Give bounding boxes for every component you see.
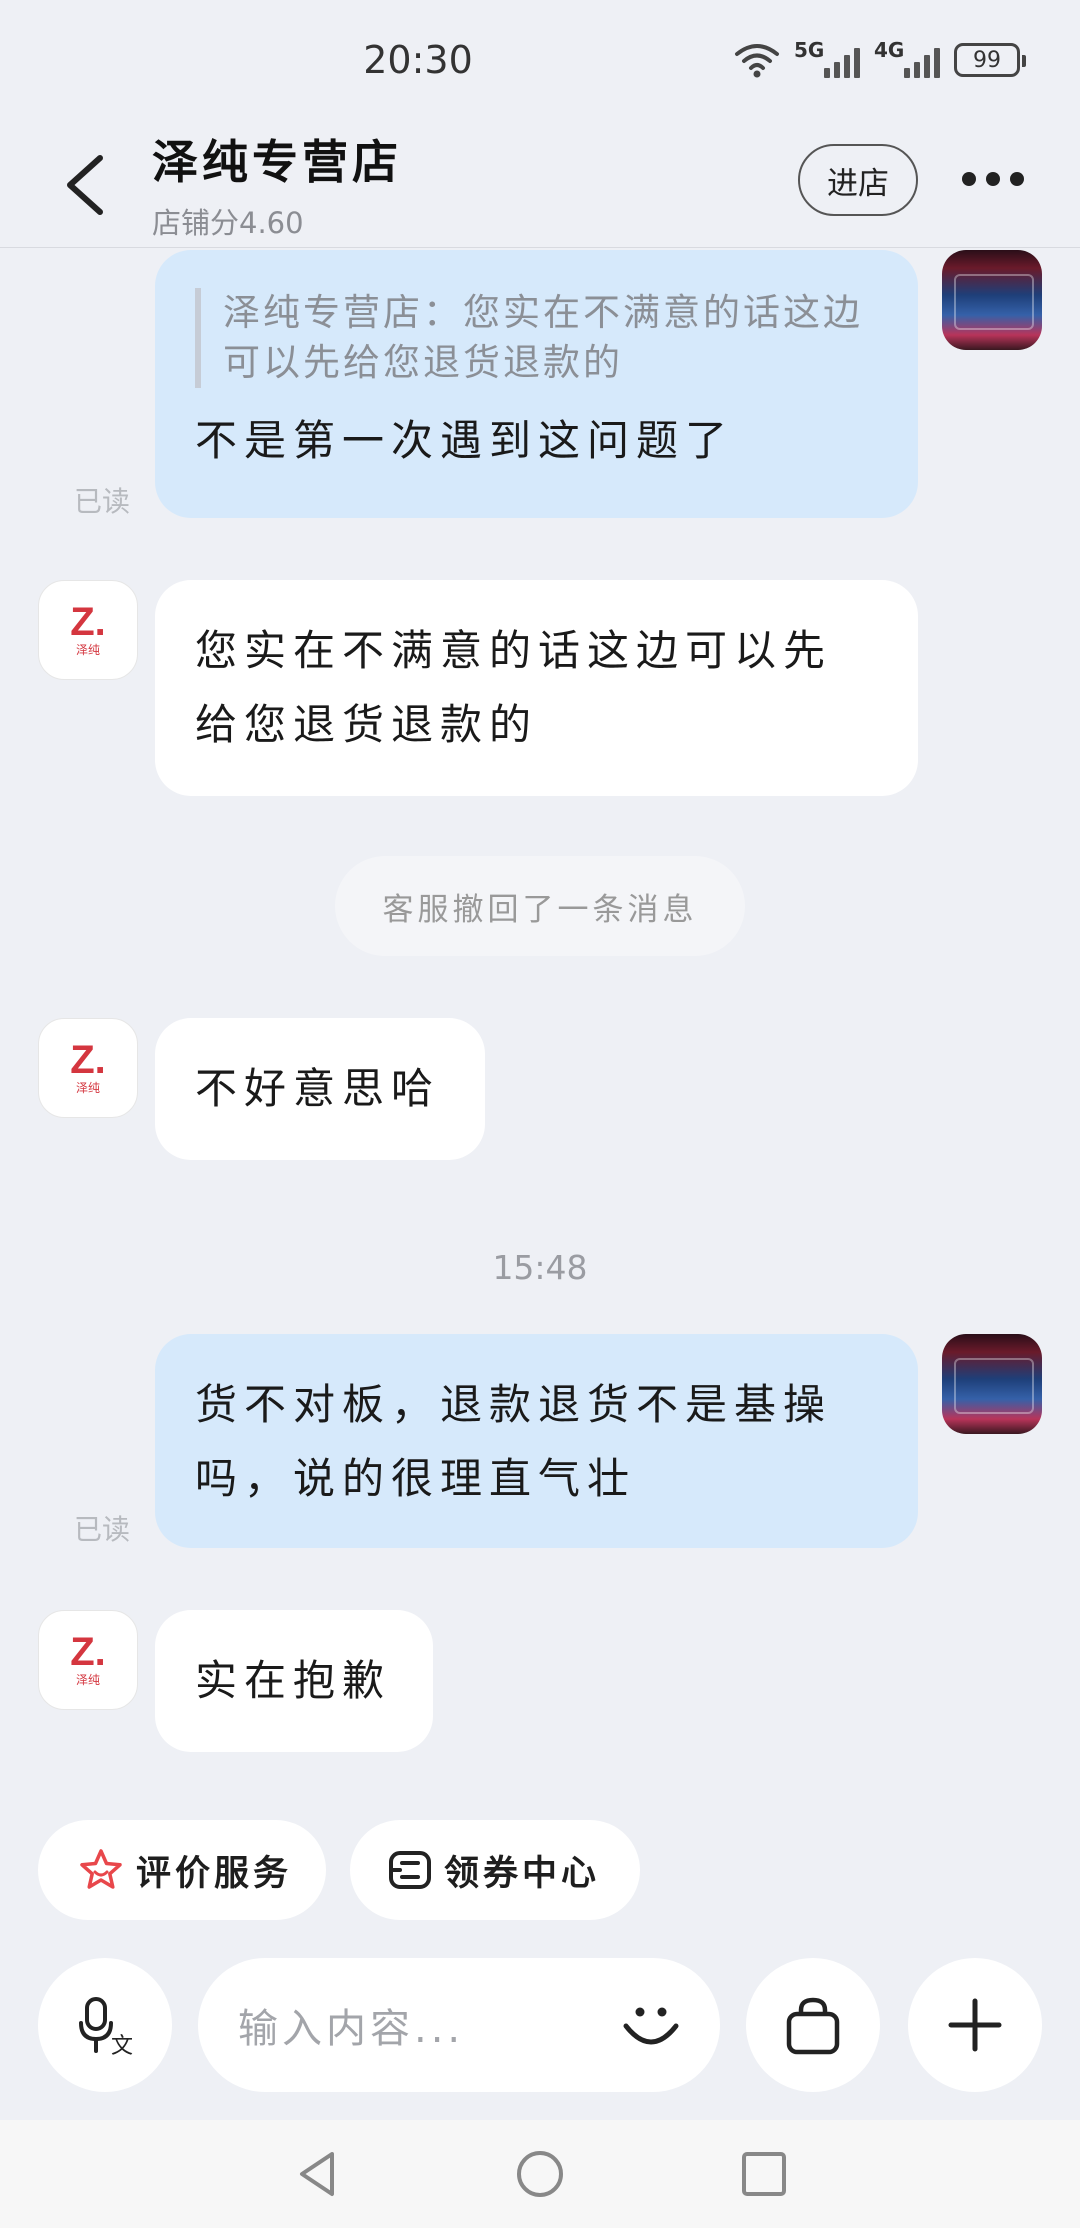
coupon-icon (389, 1851, 431, 1889)
shop-logo: Z. (70, 1630, 106, 1674)
status-bar: 20:30 5G 4G 99 (0, 0, 1080, 120)
message-input-placeholder: 输入内容... (238, 2006, 465, 2052)
message-text: 实在抱歉 (195, 1656, 392, 1705)
read-receipt: 已读 (74, 485, 131, 518)
message-text: 货不对板，退款退货不是基操吗，说的很理直气壮 (195, 1380, 833, 1503)
enter-shop-button[interactable]: 进店 (798, 144, 918, 216)
read-receipt: 已读 (74, 1513, 131, 1546)
battery-icon: 99 (954, 43, 1026, 77)
system-notice: 客服撤回了一条消息 (335, 856, 745, 956)
shop-logo: Z. (70, 600, 106, 644)
user-avatar[interactable] (942, 1334, 1042, 1434)
system-nav-bar (0, 2120, 1080, 2228)
coupon-center-label: 领券中心 (444, 1853, 601, 1894)
emoji-icon[interactable] (618, 1992, 684, 2058)
shopping-bag-button[interactable] (746, 1958, 880, 2092)
shop-logo-sub: 泽纯 (75, 1673, 100, 1687)
coupon-center-button[interactable]: 领券中心 (350, 1820, 640, 1920)
shop-score: 店铺分4.60 (152, 206, 304, 240)
shop-logo: Z. (70, 1038, 106, 1082)
quoted-message: 泽纯专营店：您实在不满意的话这边可以先给您退货退款的 (195, 288, 878, 388)
battery-level: 99 (973, 47, 1001, 73)
time-separator: 15:48 (492, 1248, 588, 1287)
chat-header: 泽纯专营店 店铺分4.60 进店 (0, 120, 1080, 248)
shop-avatar[interactable]: Z. 泽纯 (38, 1610, 138, 1710)
message-text: 不是第一次遇到这问题了 (195, 416, 735, 465)
wifi-icon (735, 44, 779, 78)
shop-logo-sub: 泽纯 (75, 1081, 100, 1095)
status-time: 20:30 (363, 38, 473, 82)
star-icon (80, 1849, 122, 1889)
outgoing-message-bubble[interactable]: 货不对板，退款退货不是基操吗，说的很理直气壮 (155, 1334, 918, 1548)
signal-5g-icon: 5G (794, 38, 860, 78)
plus-icon (948, 1998, 1002, 2052)
status-icons: 5G 4G 99 (734, 38, 1026, 78)
shop-avatar[interactable]: Z. 泽纯 (38, 1018, 138, 1118)
more-actions-button[interactable] (908, 1958, 1042, 2092)
rate-service-label: 评价服务 (136, 1853, 293, 1894)
nav-home-icon[interactable] (512, 2146, 568, 2202)
shop-logo-sub: 泽纯 (75, 643, 100, 657)
outgoing-message-bubble[interactable]: 泽纯专营店：您实在不满意的话这边可以先给您退货退款的 不是第一次遇到这问题了 (155, 250, 918, 518)
user-avatar[interactable] (942, 250, 1042, 350)
shop-avatar[interactable]: Z. 泽纯 (38, 580, 138, 680)
incoming-message-bubble[interactable]: 不好意思哈 (155, 1018, 485, 1160)
nav-back-icon[interactable] (290, 2146, 346, 2202)
more-icon[interactable] (962, 172, 1024, 186)
voice-to-text-button[interactable]: 文 (38, 1958, 172, 2092)
shop-name[interactable]: 泽纯专营店 (152, 126, 402, 192)
rate-service-button[interactable]: 评价服务 (38, 1820, 326, 1920)
message-input[interactable]: 输入内容... (198, 1958, 720, 2092)
message-text: 不好意思哈 (195, 1064, 441, 1113)
svg-text:文: 文 (111, 2034, 133, 2057)
network-4g-label: 4G (874, 38, 905, 62)
shopping-bag-icon (786, 1997, 840, 2055)
back-icon[interactable] (58, 150, 118, 220)
nav-recents-icon[interactable] (736, 2146, 792, 2202)
network-5g-label: 5G (794, 38, 825, 62)
signal-4g-icon: 4G (874, 38, 940, 78)
voice-to-text-icon: 文 (79, 1997, 133, 2057)
incoming-message-bubble[interactable]: 您实在不满意的话这边可以先给您退货退款的 (155, 580, 918, 796)
incoming-message-bubble[interactable]: 实在抱歉 (155, 1610, 433, 1752)
message-text: 您实在不满意的话这边可以先给您退货退款的 (195, 626, 833, 749)
